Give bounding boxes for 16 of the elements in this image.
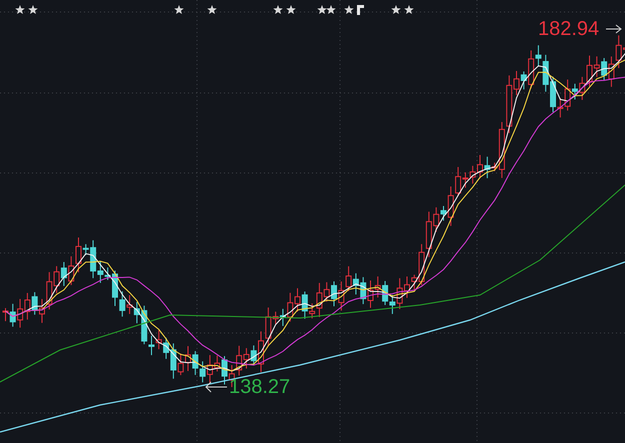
low-price-label: 138.27 xyxy=(229,375,290,399)
star-icon[interactable] xyxy=(174,5,184,14)
star-icon[interactable] xyxy=(317,5,327,14)
high-price-label: 182.94 xyxy=(538,17,600,41)
star-icon[interactable] xyxy=(28,5,38,14)
star-icon[interactable] xyxy=(286,5,296,14)
star-icon[interactable] xyxy=(207,5,217,14)
star-icon[interactable] xyxy=(391,5,401,14)
star-icon[interactable] xyxy=(326,5,336,14)
flag-icon[interactable] xyxy=(357,5,364,15)
star-icon[interactable] xyxy=(404,5,414,14)
star-icon[interactable] xyxy=(273,5,283,14)
pointer-arrow xyxy=(205,382,228,392)
pointer-arrow xyxy=(606,24,622,34)
star-icon[interactable] xyxy=(15,5,25,14)
star-icon[interactable] xyxy=(344,5,354,14)
